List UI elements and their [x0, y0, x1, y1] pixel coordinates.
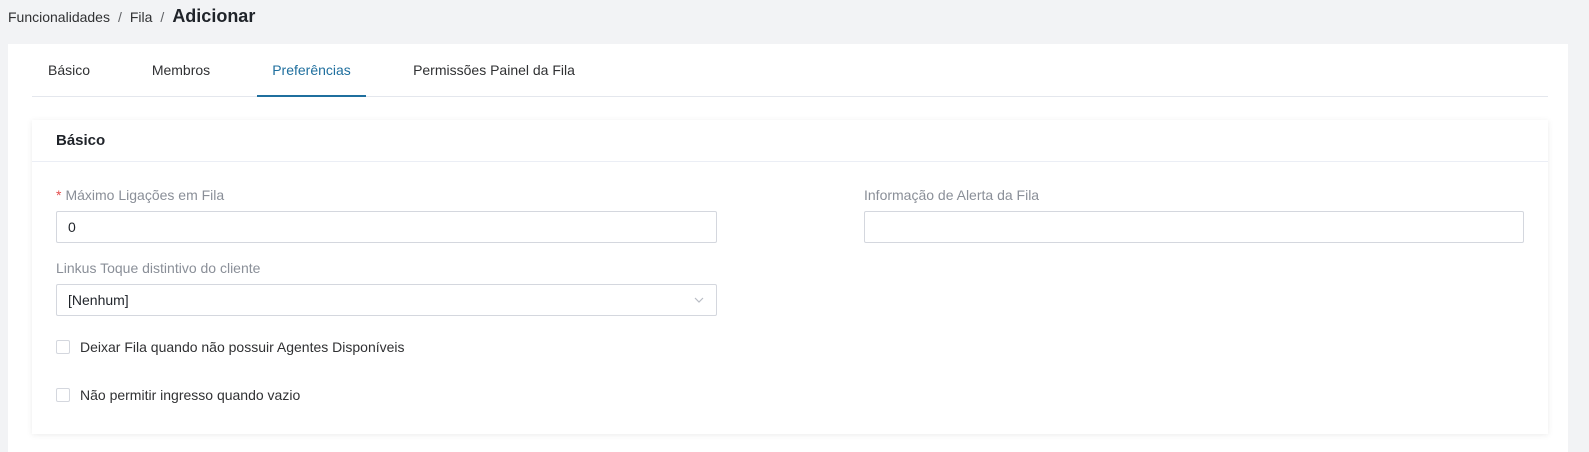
- breadcrumb: Funcionalidades / Fila / Adicionar: [8, 6, 255, 30]
- ringtone-select[interactable]: [Nenhum]: [56, 284, 717, 316]
- basic-section-card: Básico *Máximo Ligações em Fila Informaç…: [32, 120, 1548, 434]
- chevron-down-icon: [694, 297, 704, 303]
- max-calls-label: * Máximo Ligações em Fila: [56, 187, 224, 203]
- leave-when-empty-label: Deixar Fila quando não possuir Agentes D…: [80, 339, 405, 355]
- tab-bar: Básico Membros Preferências Permissões P…: [32, 44, 1548, 97]
- required-mark: *: [56, 187, 62, 203]
- ringtone-label: Linkus Toque distintivo do cliente: [56, 260, 261, 276]
- tab-preferencias[interactable]: Preferências: [257, 44, 366, 97]
- ringtone-selected-value: [Nenhum]: [68, 292, 129, 308]
- breadcrumb-item-funcionalidades[interactable]: Funcionalidades: [8, 9, 110, 25]
- page-title: Adicionar: [172, 6, 256, 26]
- breadcrumb-separator: /: [117, 9, 122, 25]
- tab-permissoes-painel[interactable]: Permissões Painel da Fila: [413, 44, 575, 96]
- breadcrumb-separator: /: [160, 9, 165, 25]
- leave-when-empty-checkbox[interactable]: [56, 340, 70, 354]
- tab-basico[interactable]: Básico: [47, 44, 91, 96]
- join-empty-option[interactable]: Não permitir ingresso quando vazio: [56, 387, 300, 403]
- join-empty-label: Não permitir ingresso quando vazio: [80, 387, 301, 403]
- alert-info-input[interactable]: [864, 211, 1524, 243]
- max-calls-input[interactable]: [56, 211, 717, 243]
- tab-membros[interactable]: Membros: [151, 44, 211, 96]
- join-empty-checkbox[interactable]: [56, 388, 70, 402]
- alert-info-label: Informação de Alerta da Fila: [864, 187, 1040, 203]
- main-panel: Básico Membros Preferências Permissões P…: [8, 44, 1568, 452]
- section-title: Básico: [32, 120, 1548, 162]
- max-calls-label-text: Máximo Ligações em Fila: [65, 187, 225, 203]
- breadcrumb-item-fila[interactable]: Fila: [130, 9, 153, 25]
- leave-when-empty-option[interactable]: Deixar Fila quando não possuir Agentes D…: [56, 339, 405, 355]
